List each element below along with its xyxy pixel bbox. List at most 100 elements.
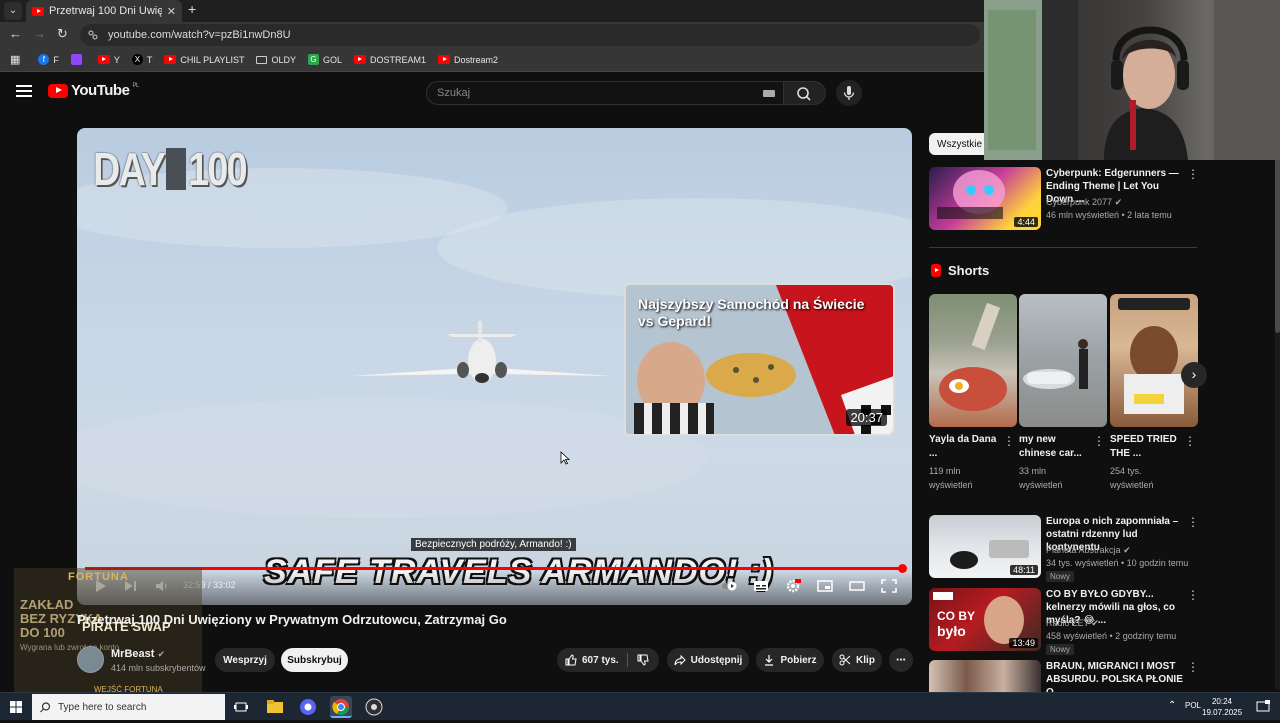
file-explorer-icon[interactable] bbox=[264, 696, 286, 718]
youtube-icon bbox=[438, 55, 450, 64]
url-bar[interactable]: youtube.com/watch?v=pzBi1nwDn8U bbox=[80, 24, 980, 46]
endscreen-video-card[interactable]: Najszybszy Samochód na Świecie vs Gepard… bbox=[624, 283, 895, 436]
search-input[interactable]: Szukaj bbox=[426, 81, 784, 105]
chrome-profile-icon[interactable] bbox=[297, 696, 319, 718]
more-vertical-icon[interactable]: ⋮ bbox=[1184, 434, 1196, 448]
share-button[interactable]: Udostępnij bbox=[667, 648, 749, 672]
youtube-logo[interactable]: YouTube PL bbox=[48, 82, 139, 99]
short-item[interactable]: SPEED TRIED THE ... 254 tys. wyświetleń … bbox=[1110, 294, 1198, 490]
apps-grid-icon[interactable]: ▦ bbox=[10, 53, 20, 66]
bookmark-item[interactable]: Dostream2 bbox=[438, 55, 498, 65]
bookmark-item[interactable]: Y bbox=[97, 55, 120, 65]
short-item[interactable]: my new chinese car... 33 mln wyświetleń … bbox=[1019, 294, 1107, 490]
search-placeholder: Szukaj bbox=[437, 87, 471, 99]
day-counter-badge: DAY 100 bbox=[93, 143, 248, 195]
browser-tab-active[interactable]: Przetrwaj 100 Dni Uwięziony w ✕ bbox=[26, 0, 182, 22]
task-view-icon[interactable] bbox=[234, 700, 248, 714]
forward-arrow-icon[interactable]: → bbox=[33, 26, 46, 41]
bookmark-item[interactable]: fF bbox=[38, 54, 59, 65]
short-thumbnail[interactable] bbox=[1019, 294, 1107, 427]
hamburger-menu-icon[interactable] bbox=[16, 85, 32, 97]
recommended-video[interactable]: BRAUN, MIGRANCI I MOST ABSURDU. POLSKA P… bbox=[929, 660, 1199, 692]
site-info-icon[interactable] bbox=[88, 30, 98, 40]
obs-icon[interactable] bbox=[363, 696, 385, 718]
taskbar-clock[interactable]: 20:24 19.07.2025 bbox=[1202, 696, 1242, 718]
channel-avatar[interactable] bbox=[77, 646, 104, 673]
bookmark-item[interactable]: DOSTREAM1 bbox=[353, 55, 426, 65]
tray-chevron-up-icon[interactable]: ⌃ bbox=[1168, 700, 1176, 711]
thumbs-up-icon bbox=[565, 654, 577, 666]
facebook-icon: f bbox=[38, 54, 50, 65]
miniplayer-icon[interactable] bbox=[817, 579, 833, 593]
video-thumbnail[interactable]: 48:11 bbox=[929, 515, 1041, 578]
theater-mode-icon[interactable] bbox=[849, 579, 865, 593]
recommended-video[interactable]: CO BY było 13:49 CO BY BYŁO GDYBY... keln… bbox=[929, 588, 1199, 655]
video-player[interactable]: DAY 100 Najszybszy Samochód na Świecie v… bbox=[77, 128, 912, 605]
more-vertical-icon[interactable]: ⋮ bbox=[1187, 516, 1199, 528]
support-button[interactable]: Wesprzyj bbox=[215, 648, 275, 672]
folder-icon bbox=[256, 55, 268, 64]
back-arrow-icon[interactable]: ← bbox=[9, 26, 22, 41]
more-actions-button[interactable]: ⋯ bbox=[889, 648, 913, 672]
video-duration: 13:49 bbox=[1009, 638, 1038, 648]
thumbs-down-icon[interactable] bbox=[637, 654, 649, 666]
clip-button[interactable]: Klip bbox=[832, 648, 882, 672]
more-vertical-icon[interactable]: ⋮ bbox=[1187, 589, 1199, 601]
short-thumbnail[interactable] bbox=[929, 294, 1017, 427]
like-button[interactable]: 607 tys. bbox=[565, 654, 619, 666]
notifications-icon[interactable] bbox=[1256, 700, 1270, 714]
endscreen-duration: 20:37 bbox=[846, 409, 887, 426]
windows-start-icon[interactable] bbox=[10, 701, 22, 713]
bookmark-folder[interactable]: OLDY bbox=[256, 55, 296, 65]
chevron-right-icon: › bbox=[1191, 366, 1197, 382]
new-tab-button[interactable]: + bbox=[188, 1, 196, 17]
download-button[interactable]: Pobierz bbox=[756, 648, 824, 672]
autoplay-toggle-icon[interactable] bbox=[722, 579, 738, 593]
voice-search-button[interactable] bbox=[836, 80, 862, 106]
more-vertical-icon[interactable]: ⋮ bbox=[1187, 661, 1199, 673]
webcam-feed-image bbox=[984, 0, 1280, 160]
settings-gear-icon[interactable] bbox=[785, 579, 801, 593]
bookmarks-bar: ▦ fF Y XT CHIL PLAYLIST OLDY G GOL DOSTRE… bbox=[0, 48, 984, 72]
tab-search-button[interactable]: ⌄ bbox=[4, 2, 22, 20]
bookmark-item[interactable]: CHIL PLAYLIST bbox=[164, 55, 244, 65]
youtube-favicon-icon bbox=[32, 6, 44, 16]
page-scrollbar[interactable] bbox=[1275, 113, 1280, 690]
browser-toolbar: ← → ↻ youtube.com/watch?v=pzBi1nwDn8U bbox=[0, 22, 984, 48]
video-thumbnail[interactable]: 4:44 bbox=[929, 167, 1041, 230]
video-thumbnail[interactable]: CO BY było 13:49 bbox=[929, 588, 1041, 651]
reload-icon[interactable]: ↻ bbox=[57, 26, 68, 42]
closed-caption: Bezpiecznych podróży, Armando! :) bbox=[411, 538, 576, 551]
channel-name: Radio ZET ✔ bbox=[1046, 618, 1099, 628]
bookmark-item[interactable] bbox=[70, 54, 86, 65]
short-item[interactable]: Yayla da Dana ... 119 mln wyświetleń ⋮ bbox=[929, 294, 1017, 490]
fullscreen-icon[interactable] bbox=[881, 579, 897, 593]
filter-chip-all[interactable]: Wszystkie bbox=[929, 133, 990, 155]
shorts-next-button[interactable]: › bbox=[1181, 362, 1207, 388]
ad-fine-print: Wygrana lub zwrot na konto bbox=[20, 643, 120, 652]
chrome-active-icon[interactable] bbox=[330, 696, 352, 718]
recommended-video[interactable]: 48:11 Europa o nich zapomniała – ostatni… bbox=[929, 515, 1199, 582]
subscribe-button[interactable]: Subskrybuj bbox=[281, 648, 348, 672]
keyboard-icon[interactable] bbox=[763, 90, 775, 97]
short-thumbnail[interactable] bbox=[1110, 294, 1198, 427]
bookmark-item[interactable]: G GOL bbox=[307, 54, 342, 65]
bookmark-item[interactable]: XT bbox=[131, 54, 152, 65]
recommended-video[interactable]: 4:44 Cyberpunk: Edgerunners — Ending The… bbox=[929, 167, 1199, 233]
more-vertical-icon[interactable]: ⋮ bbox=[1003, 434, 1015, 448]
new-badge: Nowy bbox=[1046, 571, 1075, 582]
taskbar-search-input[interactable]: Type here to search bbox=[32, 694, 225, 720]
more-vertical-icon[interactable]: ⋮ bbox=[1187, 168, 1199, 180]
language-indicator[interactable]: POL bbox=[1185, 701, 1201, 710]
channel-name[interactable]: MrBeast ✔ bbox=[111, 648, 165, 660]
progress-bar[interactable] bbox=[85, 564, 908, 573]
tab-close-icon[interactable]: ✕ bbox=[167, 5, 176, 18]
svg-text:było: było bbox=[937, 623, 966, 639]
more-vertical-icon[interactable]: ⋮ bbox=[1093, 434, 1105, 448]
short-title: SPEED TRIED THE ... bbox=[1110, 434, 1177, 459]
video-thumbnail[interactable] bbox=[929, 660, 1041, 692]
verified-icon: ✔ bbox=[1114, 197, 1123, 207]
subtitles-icon[interactable] bbox=[753, 579, 769, 593]
search-button[interactable] bbox=[784, 81, 826, 105]
scrollbar-thumb[interactable] bbox=[1275, 153, 1280, 333]
